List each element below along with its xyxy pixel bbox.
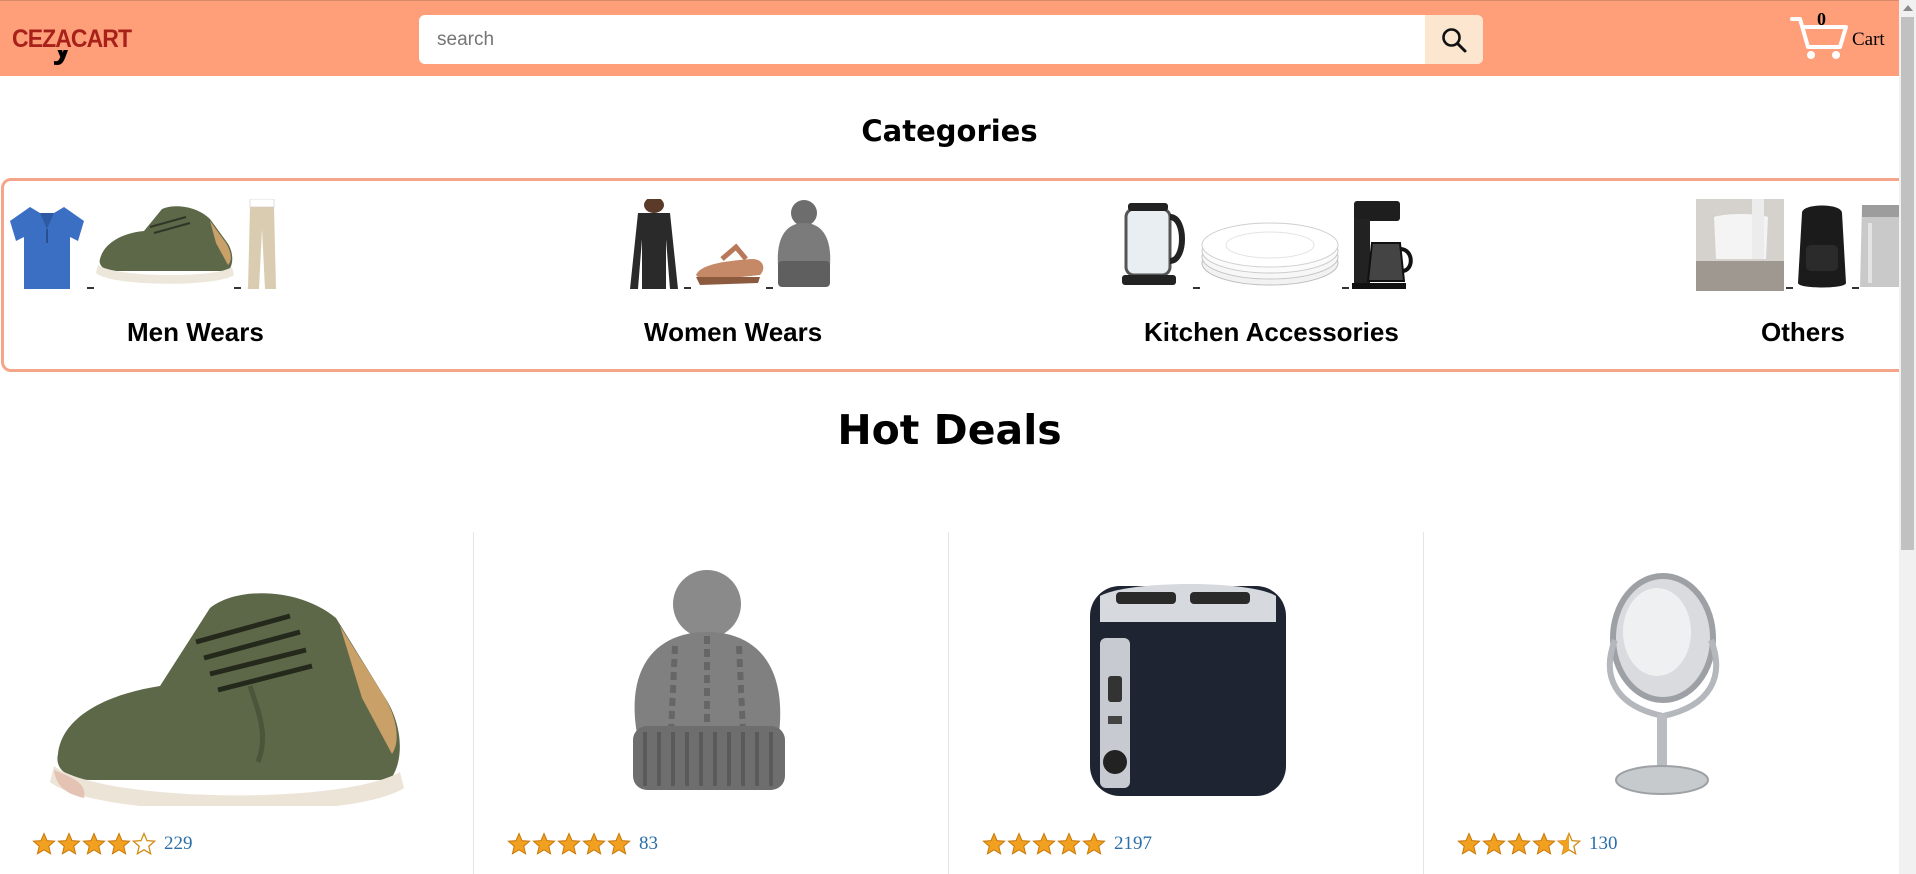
polo-shirt-thumbnail bbox=[10, 207, 84, 289]
hot-deals-heading: Hot Deals bbox=[837, 406, 1062, 454]
star-full-icon bbox=[1032, 832, 1056, 855]
star-rating bbox=[507, 832, 631, 856]
product-image-toaster bbox=[1090, 584, 1286, 796]
category-label: Men Wears bbox=[127, 317, 264, 347]
category-label: Kitchen Accessories bbox=[1144, 317, 1399, 347]
star-full-icon bbox=[1532, 832, 1556, 855]
vertical-scrollbar[interactable] bbox=[1899, 0, 1916, 874]
star-half-icon bbox=[1557, 832, 1581, 856]
star-full-icon bbox=[107, 832, 131, 855]
categories-panel: Men Wears Women Wears Kitchen Accessorie… bbox=[1, 178, 1911, 372]
backpack-thumbnail bbox=[1798, 205, 1846, 288]
obscured-heading-fragment: y bbox=[20, 50, 120, 76]
rating: 229 bbox=[32, 832, 193, 856]
image-link-marker bbox=[1193, 287, 1200, 289]
star-full-icon bbox=[982, 832, 1006, 855]
scroll-up-arrow-icon[interactable] bbox=[1903, 5, 1913, 11]
star-rating bbox=[32, 832, 156, 856]
star-rating bbox=[1457, 832, 1581, 856]
rating: 83 bbox=[507, 832, 658, 856]
star-full-icon bbox=[1057, 832, 1081, 855]
star-full-icon bbox=[607, 832, 631, 855]
search-input[interactable] bbox=[419, 15, 1425, 64]
star-full-icon bbox=[1507, 832, 1531, 855]
top-navigation-bar: CEZACART 0 Cart bbox=[0, 0, 1899, 76]
product-image-vanity-mirror bbox=[1606, 573, 1720, 795]
search-button[interactable] bbox=[1425, 15, 1483, 64]
cart-count-badge: 0 bbox=[1817, 9, 1826, 29]
product-image-beanie bbox=[633, 570, 785, 790]
category-men-wears[interactable]: Men Wears bbox=[4, 181, 304, 369]
category-label: Others bbox=[1761, 317, 1845, 347]
category-women-wears[interactable]: Women Wears bbox=[604, 181, 904, 369]
star-full-icon bbox=[1482, 832, 1506, 855]
star-full-icon bbox=[557, 832, 581, 855]
star-full-icon bbox=[582, 832, 606, 855]
category-label: Women Wears bbox=[644, 317, 823, 347]
bathtub-thumbnail bbox=[1696, 199, 1784, 291]
search-bar bbox=[419, 15, 1483, 64]
kettle-thumbnail bbox=[1122, 203, 1185, 285]
rating-count-link[interactable]: 83 bbox=[639, 833, 658, 855]
star-full-icon bbox=[57, 832, 81, 855]
sneaker-thumbnail bbox=[96, 206, 234, 284]
deal-card[interactable]: 130 bbox=[1425, 532, 1899, 874]
star-full-icon bbox=[507, 832, 531, 855]
cart-label: Cart bbox=[1852, 29, 1885, 50]
image-link-marker bbox=[684, 287, 691, 289]
star-rating bbox=[982, 832, 1106, 856]
category-others[interactable]: Others bbox=[1684, 181, 1912, 369]
star-full-icon bbox=[532, 832, 556, 855]
beanie-thumbnail bbox=[777, 200, 831, 287]
rating-count-link[interactable]: 229 bbox=[164, 833, 193, 855]
coffee-maker-thumbnail bbox=[1352, 201, 1413, 289]
star-full-icon bbox=[82, 832, 106, 855]
cart-button[interactable]: 0 Cart bbox=[1790, 9, 1890, 61]
deal-card[interactable]: 229 bbox=[0, 532, 474, 874]
scrollbar-thumb[interactable] bbox=[1901, 17, 1914, 550]
star-full-icon bbox=[32, 832, 56, 855]
star-full-icon bbox=[1007, 832, 1031, 855]
rating: 2197 bbox=[982, 832, 1152, 856]
star-full-icon bbox=[1082, 832, 1106, 855]
image-link-marker bbox=[87, 287, 94, 289]
product-image-shoe bbox=[50, 593, 404, 806]
chino-pants-thumbnail bbox=[248, 199, 276, 289]
deal-card[interactable]: 83 bbox=[475, 532, 949, 874]
rating-count-link[interactable]: 130 bbox=[1589, 833, 1618, 855]
rating: 130 bbox=[1457, 832, 1618, 856]
star-empty-icon bbox=[132, 832, 156, 856]
category-kitchen-accessories[interactable]: Kitchen Accessories bbox=[1114, 181, 1414, 369]
dinner-plates-thumbnail bbox=[1201, 222, 1339, 286]
search-icon bbox=[1442, 27, 1467, 52]
deal-card[interactable]: 2197 bbox=[950, 532, 1424, 874]
categories-heading: Categories bbox=[861, 114, 1038, 148]
star-full-icon bbox=[1457, 832, 1481, 855]
long-sleeve-top-thumbnail bbox=[630, 199, 678, 289]
rating-count-link[interactable]: 2197 bbox=[1114, 833, 1152, 855]
sandal-thumbnail bbox=[696, 243, 764, 285]
